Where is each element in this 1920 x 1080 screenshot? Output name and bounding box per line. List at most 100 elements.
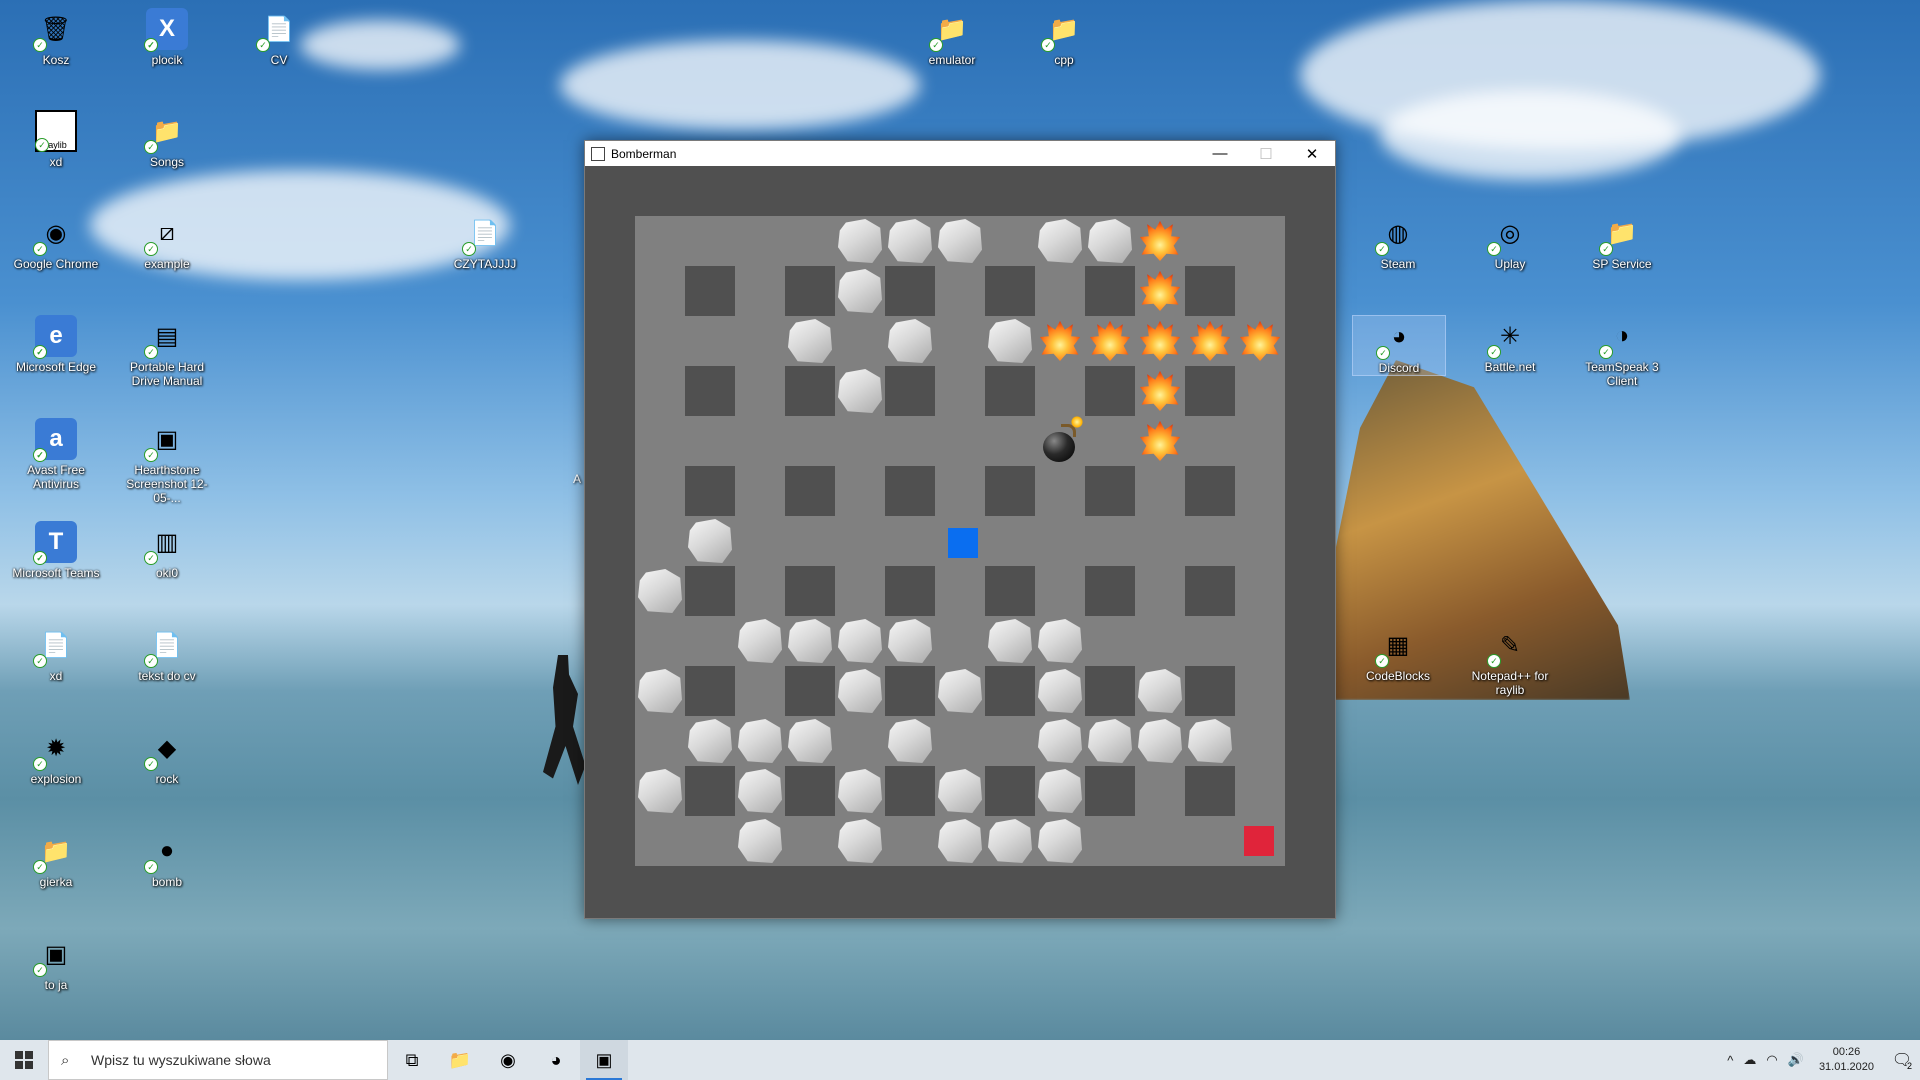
- clock[interactable]: 00:26 31.01.2020: [1819, 1045, 1874, 1075]
- taskbar-discord-icon[interactable]: ◕: [532, 1040, 580, 1080]
- bomberman-window[interactable]: Bomberman — ☐ ✕: [584, 140, 1336, 919]
- desktop-icon-xd[interactable]: 📄 ✓ xd: [10, 624, 102, 683]
- rock-sprite: [938, 219, 982, 263]
- desktop-icon-microsoft-edge[interactable]: e ✓ Microsoft Edge: [10, 315, 102, 374]
- rock-sprite: [938, 669, 982, 713]
- desktop-icon-battle-net[interactable]: ✳ ✓ Battle.net: [1464, 315, 1556, 375]
- tray-chevron-icon[interactable]: ^: [1727, 1053, 1733, 1068]
- explosion-fire: [1235, 316, 1285, 366]
- desktop-icon-gierka[interactable]: 📁 ✓ gierka: [10, 830, 102, 889]
- desktop-icon-avast-free-antivirus[interactable]: a ✓ Avast Free Antivirus: [10, 418, 102, 491]
- sync-check-icon: ✓: [33, 654, 47, 668]
- desktop-icon-explosion[interactable]: ✹ ✓ explosion: [10, 727, 102, 787]
- desktop-icon-codeblocks[interactable]: ▦ ✓ CodeBlocks: [1352, 624, 1444, 684]
- rock-block: [785, 716, 835, 766]
- search-box[interactable]: ⌕ Wpisz tu wyszukiwane słowa: [48, 1040, 388, 1080]
- close-button[interactable]: ✕: [1289, 141, 1335, 166]
- rock-block: [1035, 666, 1085, 716]
- wall-block: [685, 766, 735, 816]
- system-tray: ^ ☁ ◠ 🔊 00:26 31.01.2020 🗨 2: [1722, 1040, 1920, 1080]
- desktop-icon-google-chrome[interactable]: ◉ ✓ Google Chrome: [10, 212, 102, 272]
- desktop-icon-kosz[interactable]: 🗑 ✓ Kosz: [10, 8, 102, 67]
- desktop-icon-label: example: [144, 257, 190, 271]
- taskbar-file-explorer-icon[interactable]: 📁: [436, 1040, 484, 1080]
- notification-center-button[interactable]: 🗨 2: [1884, 1040, 1920, 1080]
- game-canvas[interactable]: [585, 166, 1335, 918]
- desktop-icon-label: tekst do cv: [138, 669, 196, 683]
- onedrive-icon[interactable]: ☁: [1743, 1052, 1756, 1068]
- sync-check-icon: ✓: [1487, 242, 1501, 256]
- desktop-icon-label: to ja: [44, 978, 68, 992]
- desktop-icon-label: CodeBlocks: [1365, 669, 1431, 683]
- desktop-icon-example[interactable]: ⧄ ✓ example: [121, 212, 213, 271]
- start-button[interactable]: [0, 1040, 48, 1080]
- desktop-icon-to-ja[interactable]: ▣ ✓ to ja: [10, 933, 102, 992]
- desktop-icon-label: Microsoft Edge: [15, 360, 97, 374]
- desktop-icon-oki0[interactable]: ▥ ✓ oki0: [121, 521, 213, 580]
- title-bar[interactable]: Bomberman — ☐ ✕: [585, 141, 1335, 166]
- desktop-icon-discord[interactable]: ◕ ✓ Discord: [1352, 315, 1446, 376]
- rock-block: [985, 816, 1035, 866]
- runner-silhouette: [543, 655, 586, 785]
- rock-sprite: [888, 319, 932, 363]
- rock-sprite: [988, 819, 1032, 863]
- sync-check-icon: ✓: [1487, 654, 1501, 668]
- desktop-icon-label: Songs: [149, 155, 185, 169]
- folder-icon: 📁 ✓: [144, 110, 188, 154]
- minimize-button[interactable]: —: [1197, 141, 1243, 166]
- wall-block: [785, 666, 835, 716]
- desktop-icon-bomb[interactable]: ● ✓ bomb: [121, 830, 213, 889]
- desktop-icon-portable-hard-drive-manual[interactable]: ▤ ✓ Portable Hard Drive Manual: [121, 315, 213, 389]
- wall-block: [785, 266, 835, 316]
- desktop-icon-cv[interactable]: 📄 ✓ CV: [233, 8, 325, 67]
- wall-block: [1185, 266, 1235, 316]
- desktop-icon-label: Avast Free Antivirus: [27, 463, 85, 491]
- desktop-icon-songs[interactable]: 📁 ✓ Songs: [121, 110, 213, 169]
- desktop-icon-label: xd: [49, 669, 63, 683]
- desktop-icon-teamspeak-3-client[interactable]: ◑ ✓ TeamSpeak 3 Client: [1576, 315, 1668, 388]
- wifi-icon[interactable]: ◠: [1766, 1052, 1777, 1068]
- rock-sprite: [638, 769, 682, 813]
- sync-check-icon: ✓: [1375, 654, 1389, 668]
- desktop-icon-cpp[interactable]: 📁 ✓ cpp: [1018, 8, 1110, 67]
- rock-sprite: [888, 219, 932, 263]
- desktop-icon-emulator[interactable]: 📁 ✓ emulator: [906, 8, 998, 68]
- rock-sprite: [1038, 769, 1082, 813]
- rock-sprite: [838, 669, 882, 713]
- raylib-icon: raylib ✓: [35, 110, 77, 152]
- desktop-icon-microsoft-teams[interactable]: T ✓ Microsoft Teams: [10, 521, 102, 580]
- desktop-icon-steam[interactable]: ◍ ✓ Steam: [1352, 212, 1444, 271]
- taskbar-task-view-icon[interactable]: ⧉: [388, 1040, 436, 1080]
- rock-block: [1185, 716, 1235, 766]
- desktop-icon-czytajjjj[interactable]: 📄 ✓ CZYTAJJJJ: [439, 212, 531, 272]
- rock-block: [685, 716, 735, 766]
- desktop-icon-xd[interactable]: raylib ✓ xd: [10, 110, 102, 169]
- wall-block: [1185, 766, 1235, 816]
- rock-sprite: [688, 519, 732, 563]
- volume-icon[interactable]: 🔊: [1788, 1052, 1804, 1068]
- sync-check-icon: ✓: [33, 757, 47, 771]
- rock-block: [635, 666, 685, 716]
- rock-block: [1085, 716, 1135, 766]
- taskbar-chrome-icon[interactable]: ◉: [484, 1040, 532, 1080]
- desktop-icon-rock[interactable]: ◆ ✓ rock: [121, 727, 213, 786]
- taskbar-raylib-icon[interactable]: ▣: [580, 1040, 628, 1080]
- desktop-icon-notepad-for-raylib[interactable]: ✎ ✓ Notepad++ for raylib: [1464, 624, 1556, 698]
- teamspeak-icon: ◑ ✓: [1599, 315, 1643, 359]
- desktop-icon-uplay[interactable]: ◎ ✓ Uplay: [1464, 212, 1556, 271]
- sync-check-icon: ✓: [144, 551, 158, 565]
- fire-sprite: [1140, 421, 1180, 461]
- desktop-icon-hearthstone-screenshot-12-05-[interactable]: ▣ ✓ Hearthstone Screenshot 12-05-...: [121, 418, 213, 506]
- desktop-icon-plocik[interactable]: X ✓ plocik: [121, 8, 213, 67]
- explosion-fire: [1135, 366, 1185, 416]
- rock-block: [885, 216, 935, 266]
- wall-block: [785, 366, 835, 416]
- maximize-button[interactable]: ☐: [1243, 141, 1289, 166]
- desktop-icon-sp-service[interactable]: 📁 ✓ SP Service: [1576, 212, 1668, 272]
- desktop-icon-label: Portable Hard Drive Manual: [129, 360, 205, 388]
- fire-sprite: [1090, 321, 1130, 361]
- rock-block: [635, 766, 685, 816]
- desktop-icon-label: Hearthstone Screenshot 12-05-...: [126, 463, 208, 505]
- rock-block: [835, 816, 885, 866]
- desktop-icon-tekst-do-cv[interactable]: 📄 ✓ tekst do cv: [121, 624, 213, 684]
